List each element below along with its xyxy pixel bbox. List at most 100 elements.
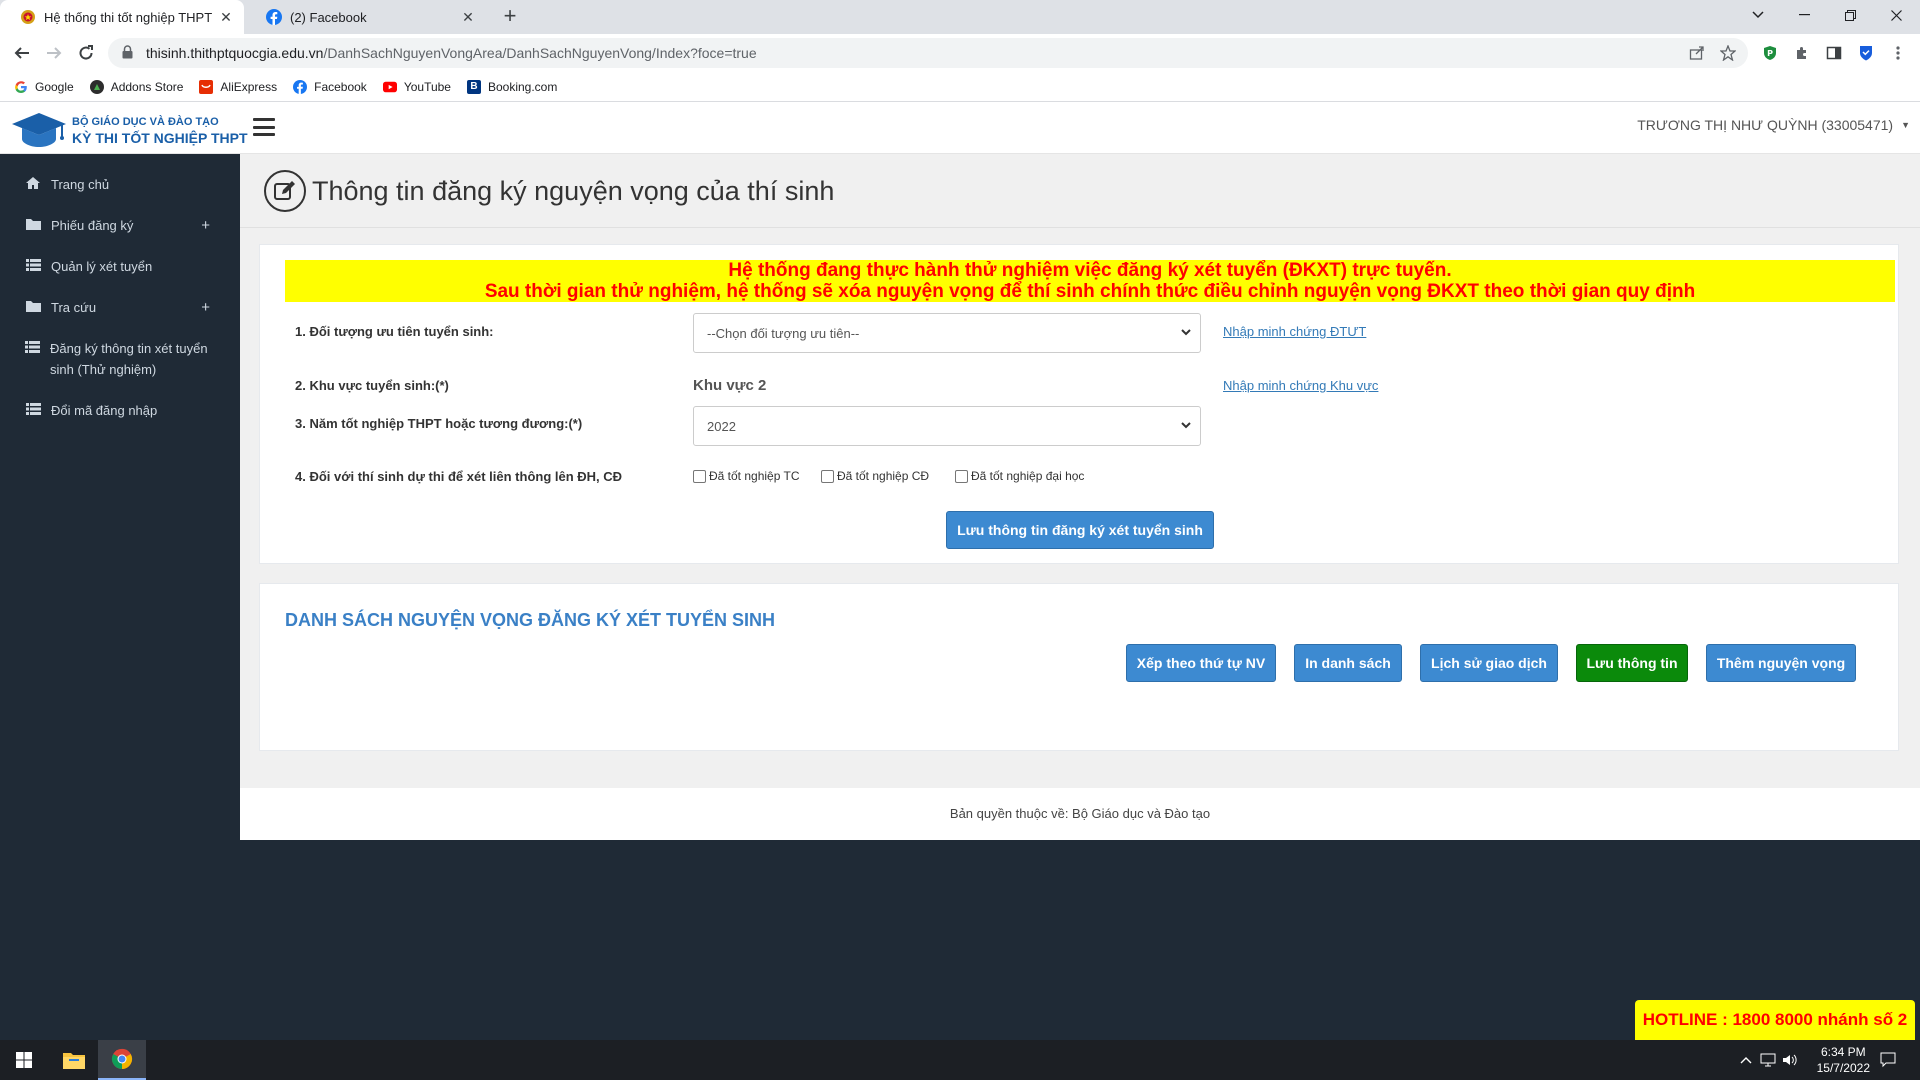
caret-down-icon: ▼: [1901, 120, 1910, 130]
tab-close-icon[interactable]: ✕: [218, 9, 234, 26]
browser-menu-icon[interactable]: [1888, 43, 1908, 63]
sidebar: Trang chủ Phiếu đăng ký + Quản lý xét tu…: [0, 154, 240, 1040]
bitwarden-shield-icon[interactable]: [1856, 43, 1876, 63]
sidebar-item-change-login-code[interactable]: Đổi mã đăng nhập: [0, 390, 240, 431]
taskbar-clock[interactable]: 6:34 PM 15/7/2022: [1817, 1044, 1870, 1076]
clock-date: 15/7/2022: [1816, 1061, 1870, 1075]
youtube-icon: [382, 80, 397, 94]
checkbox-box[interactable]: [821, 469, 834, 483]
reload-icon[interactable]: [74, 41, 98, 65]
chrome-taskbar-icon[interactable]: [98, 1040, 146, 1080]
graduation-year-select[interactable]: 2022: [693, 406, 1201, 446]
menu-toggle-icon[interactable]: [253, 118, 275, 136]
extension-shield-icon[interactable]: P: [1760, 43, 1780, 63]
wish-list-title: DANH SÁCH NGUYỆN VỌNG ĐĂNG KÝ XÉT TUYỂN …: [285, 610, 776, 630]
sidebar-item-trial-registration[interactable]: Đăng ký thông tin xét tuyển sinh (Thử ng…: [0, 328, 240, 390]
divider: [240, 227, 1920, 228]
priority-proof-link[interactable]: Nhập minh chứng ĐTƯT: [1223, 324, 1366, 339]
checkbox-box[interactable]: [693, 469, 706, 483]
browser-tab-facebook[interactable]: (2) Facebook ✕: [246, 0, 486, 34]
bookmark-google[interactable]: Google: [14, 80, 74, 94]
new-tab-button[interactable]: +: [498, 5, 522, 29]
clock-time: 6:34 PM: [1820, 1045, 1866, 1059]
tab-close-icon[interactable]: ✕: [460, 9, 476, 26]
checkbox-label: Đã tốt nghiệp đại học: [971, 469, 1085, 483]
sidebar-item-registration-form[interactable]: Phiếu đăng ký +: [0, 205, 240, 246]
bookmark-aliexpress[interactable]: AliExpress: [199, 79, 278, 94]
save-info-button[interactable]: Lưu thông tin: [1576, 644, 1688, 682]
sidebar-item-label: Trang chủ: [51, 177, 110, 192]
bookmark-youtube[interactable]: YouTube: [382, 80, 451, 94]
logo-ministry-text: BỘ GIÁO DỤC VÀ ĐÀO TẠO: [72, 116, 219, 128]
aliexpress-icon: [199, 79, 214, 94]
hotline-badge[interactable]: HOTLINE : 1800 8000 nhánh số 2: [1635, 1000, 1915, 1040]
extensions-puzzle-icon[interactable]: [1792, 43, 1812, 63]
sort-by-order-button[interactable]: Xếp theo thứ tự NV: [1126, 644, 1276, 682]
url-path: /DanhSachNguyenVongArea/DanhSachNguyenVo…: [323, 45, 757, 61]
browser-tab-bar: Hệ thống thi tốt nghiệp THPT 20 ✕ (2) Fa…: [0, 0, 1920, 34]
sidebar-item-label: Quản lý xét tuyển: [51, 259, 153, 274]
checkbox-graduated-cd[interactable]: Đã tốt nghiệp CĐ: [821, 469, 929, 483]
notification-icon[interactable]: [1864, 1040, 1912, 1080]
edit-icon: [264, 170, 306, 212]
expand-plus-icon[interactable]: +: [201, 215, 210, 236]
sidebar-item-home[interactable]: Trang chủ: [0, 164, 240, 205]
expand-plus-icon[interactable]: +: [201, 297, 210, 318]
graduation-year-label: 3. Năm tốt nghiệp THPT hoặc tương đương:…: [295, 416, 583, 431]
logo-exam-text: KỲ THI TỐT NGHIỆP THPT: [72, 130, 248, 146]
bookmark-label: Google: [35, 79, 74, 94]
sidebar-item-lookup[interactable]: Tra cứu +: [0, 287, 240, 328]
bookmark-booking[interactable]: B Booking.com: [466, 79, 557, 94]
file-explorer-icon[interactable]: [50, 1040, 98, 1080]
chevron-down-icon: [1181, 329, 1191, 336]
tab-search-icon[interactable]: [1735, 0, 1781, 30]
network-icon[interactable]: [1756, 1040, 1780, 1080]
share-icon[interactable]: [1687, 43, 1707, 63]
site-logo[interactable]: BỘ GIÁO DỤC VÀ ĐÀO TẠO KỲ THI TỐT NGHIỆP…: [10, 110, 248, 152]
svg-text:P: P: [1767, 49, 1773, 58]
registration-panel: Hệ thống đang thực hành thử nghiệm việc …: [259, 244, 1899, 564]
browser-tab-active[interactable]: Hệ thống thi tốt nghiệp THPT 20 ✕: [0, 0, 244, 34]
save-registration-button[interactable]: Lưu thông tin đăng ký xét tuyển sinh: [946, 511, 1214, 549]
bookmark-label: AliExpress: [220, 79, 278, 94]
restore-icon[interactable]: [1827, 0, 1873, 30]
bookmark-label: Facebook: [314, 79, 367, 94]
show-hidden-icons-icon[interactable]: [1734, 1040, 1758, 1080]
region-proof-link[interactable]: Nhập minh chứng Khu vực: [1223, 378, 1378, 393]
print-list-button[interactable]: In danh sách: [1294, 644, 1402, 682]
sidebar-item-label: Tra cứu: [51, 300, 97, 315]
transaction-history-button[interactable]: Lịch sử giao dịch: [1420, 644, 1558, 682]
add-wish-button[interactable]: Thêm nguyện vọng: [1706, 644, 1856, 682]
home-icon: [25, 177, 41, 189]
bookmark-addons-store[interactable]: Addons Store: [89, 79, 183, 94]
wish-list-panel: DANH SÁCH NGUYỆN VỌNG ĐĂNG KÝ XÉT TUYỂN …: [259, 583, 1899, 751]
windows-start-icon[interactable]: [0, 1040, 48, 1080]
url-host: thisinh.thithptquocgia.edu.vn: [146, 45, 324, 61]
checkbox-label: Đã tốt nghiệp TC: [709, 469, 800, 483]
minimize-icon[interactable]: [1781, 0, 1827, 30]
url-input[interactable]: thisinh.thithptquocgia.edu.vn/DanhSachNg…: [108, 38, 1748, 68]
address-bar: thisinh.thithptquocgia.edu.vn/DanhSachNg…: [0, 34, 1920, 72]
bookmark-star-icon[interactable]: [1718, 43, 1738, 63]
back-icon[interactable]: [10, 41, 34, 65]
forward-icon[interactable]: [42, 41, 66, 65]
facebook-icon: [266, 9, 282, 25]
checkbox-graduated-tc[interactable]: Đã tốt nghiệp TC: [693, 469, 800, 483]
google-icon: [14, 80, 28, 94]
checkbox-box[interactable]: [955, 469, 968, 483]
bookmark-facebook[interactable]: Facebook: [293, 79, 367, 94]
sidebar-item-admission-management[interactable]: Quản lý xét tuyển: [0, 246, 240, 287]
priority-select[interactable]: --Chọn đối tượng ưu tiên--: [693, 313, 1201, 353]
graduation-cap-icon: [12, 113, 66, 147]
chevron-down-icon: [1181, 422, 1191, 429]
user-menu[interactable]: TRƯƠNG THỊ NHƯ QUỲNH (33005471) ▼: [1637, 117, 1910, 133]
volume-icon[interactable]: [1778, 1040, 1802, 1080]
region-value: Khu vực 2: [693, 377, 767, 394]
sidebar-item-label: Đăng ký thông tin xét tuyển sinh (Thử ng…: [50, 341, 208, 377]
priority-label: 1. Đối tượng ưu tiên tuyển sinh:: [295, 324, 494, 339]
checkbox-graduated-university[interactable]: Đã tốt nghiệp đại học: [955, 469, 1084, 483]
close-window-icon[interactable]: [1873, 0, 1919, 30]
graduation-year-value: 2022: [707, 418, 736, 434]
side-panel-icon[interactable]: [1824, 43, 1844, 63]
priority-select-value: --Chọn đối tượng ưu tiên--: [707, 325, 860, 341]
